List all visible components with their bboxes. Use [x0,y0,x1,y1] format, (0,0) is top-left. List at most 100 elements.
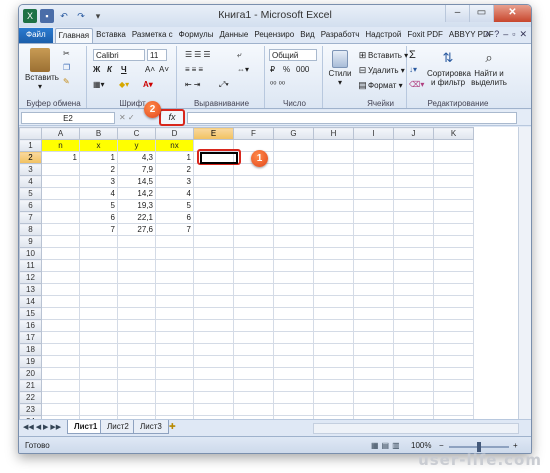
cell-d16[interactable] [155,319,194,332]
cell-c3[interactable]: 7,9 [117,163,156,176]
minimize-button[interactable]: – [445,5,469,22]
cell-k17[interactable] [433,331,474,344]
cell-h4[interactable] [313,175,354,188]
cell-g13[interactable] [273,283,314,296]
spreadsheet-grid[interactable]: A B C D E F G H I J K 1 n x y nx 2 1 1 4,3 1 3 2 7,9 2 4 3 14,5 3 5 4 1… [19,127,519,428]
tab-3[interactable]: Разметка с [129,28,176,43]
row-header[interactable]: 15 [19,307,42,320]
cell-h22[interactable] [313,391,354,404]
cell-g22[interactable] [273,391,314,404]
cell-c18[interactable] [117,343,156,356]
cell-j19[interactable] [393,355,434,368]
cell-d20[interactable] [155,367,194,380]
cell-h20[interactable] [313,367,354,380]
column-header-c[interactable]: C [117,127,156,140]
cell-e16[interactable] [193,319,234,332]
cell-k20[interactable] [433,367,474,380]
cell-b3[interactable]: 2 [79,163,118,176]
cell-j22[interactable] [393,391,434,404]
tab-2[interactable]: Вставка [93,28,129,43]
font-color-icon[interactable]: A▾ [143,79,153,91]
cell-e7[interactable] [193,211,234,224]
cell-k2[interactable] [433,151,474,164]
cell-f23[interactable] [233,403,274,416]
cell-f13[interactable] [233,283,274,296]
cell-k9[interactable] [433,235,474,248]
cell-k21[interactable] [433,379,474,392]
cell-h3[interactable] [313,163,354,176]
cell-b7[interactable]: 6 [79,211,118,224]
cell-a2[interactable]: 1 [41,151,80,164]
cell-f22[interactable] [233,391,274,404]
cell-d23[interactable] [155,403,194,416]
minimize-workbook-icon[interactable]: – [503,29,508,40]
sheet-tab-1[interactable]: Лист1 [67,420,105,434]
cell-a15[interactable] [41,307,80,320]
cell-a8[interactable] [41,223,80,236]
number-format-combo[interactable]: Общий [269,49,317,61]
row-header[interactable]: 14 [19,295,42,308]
row-header[interactable]: 21 [19,379,42,392]
tab-4[interactable]: Формулы [176,28,217,43]
cell-c11[interactable] [117,259,156,272]
cell-k1[interactable] [433,139,474,152]
cell-a11[interactable] [41,259,80,272]
cell-g12[interactable] [273,271,314,284]
column-header-e[interactable]: E [193,127,234,140]
cell-i8[interactable] [353,223,394,236]
cell-k15[interactable] [433,307,474,320]
cell-d9[interactable] [155,235,194,248]
cell-e20[interactable] [193,367,234,380]
cell-i7[interactable] [353,211,394,224]
insert-cells-button[interactable]: ⊞ Вставить ▾ [357,49,408,61]
sheet-tab-2[interactable]: Лист2 [100,420,136,434]
cell-h21[interactable] [313,379,354,392]
cell-c10[interactable] [117,247,156,260]
row-header[interactable]: 8 [19,223,42,236]
cell-b12[interactable] [79,271,118,284]
cell-a16[interactable] [41,319,80,332]
cell-g11[interactable] [273,259,314,272]
cell-b18[interactable] [79,343,118,356]
wrap-text-icon[interactable]: ⤶ [237,49,241,61]
thousands-button[interactable]: 000 [296,64,309,76]
cell-a7[interactable] [41,211,80,224]
cell-j2[interactable] [393,151,434,164]
cell-i2[interactable] [353,151,394,164]
cell-d19[interactable] [155,355,194,368]
cell-k13[interactable] [433,283,474,296]
cell-j21[interactable] [393,379,434,392]
cell-f14[interactable] [233,295,274,308]
cell-g8[interactable] [273,223,314,236]
cell-e13[interactable] [193,283,234,296]
cell-j1[interactable] [393,139,434,152]
maximize-button[interactable]: ▭ [469,5,493,22]
cell-c7[interactable]: 22,1 [117,211,156,224]
cell-k23[interactable] [433,403,474,416]
cell-i23[interactable] [353,403,394,416]
tab-1[interactable]: Главная [54,28,94,43]
column-header-h[interactable]: H [313,127,354,140]
cell-f7[interactable] [233,211,274,224]
cell-a21[interactable] [41,379,80,392]
row-header[interactable]: 10 [19,247,42,260]
cell-d7[interactable]: 6 [155,211,194,224]
cell-g23[interactable] [273,403,314,416]
cell-d21[interactable] [155,379,194,392]
cell-d3[interactable]: 2 [155,163,194,176]
cell-b4[interactable]: 3 [79,175,118,188]
row-header[interactable]: 9 [19,235,42,248]
cell-h8[interactable] [313,223,354,236]
cell-g14[interactable] [273,295,314,308]
cell-k19[interactable] [433,355,474,368]
cell-f11[interactable] [233,259,274,272]
vertical-scrollbar[interactable] [518,127,531,419]
row-header[interactable]: 3 [19,163,42,176]
cell-b1[interactable]: x [79,139,118,152]
cell-c17[interactable] [117,331,156,344]
cell-h15[interactable] [313,307,354,320]
cell-h17[interactable] [313,331,354,344]
cell-c20[interactable] [117,367,156,380]
cell-b11[interactable] [79,259,118,272]
cell-c14[interactable] [117,295,156,308]
